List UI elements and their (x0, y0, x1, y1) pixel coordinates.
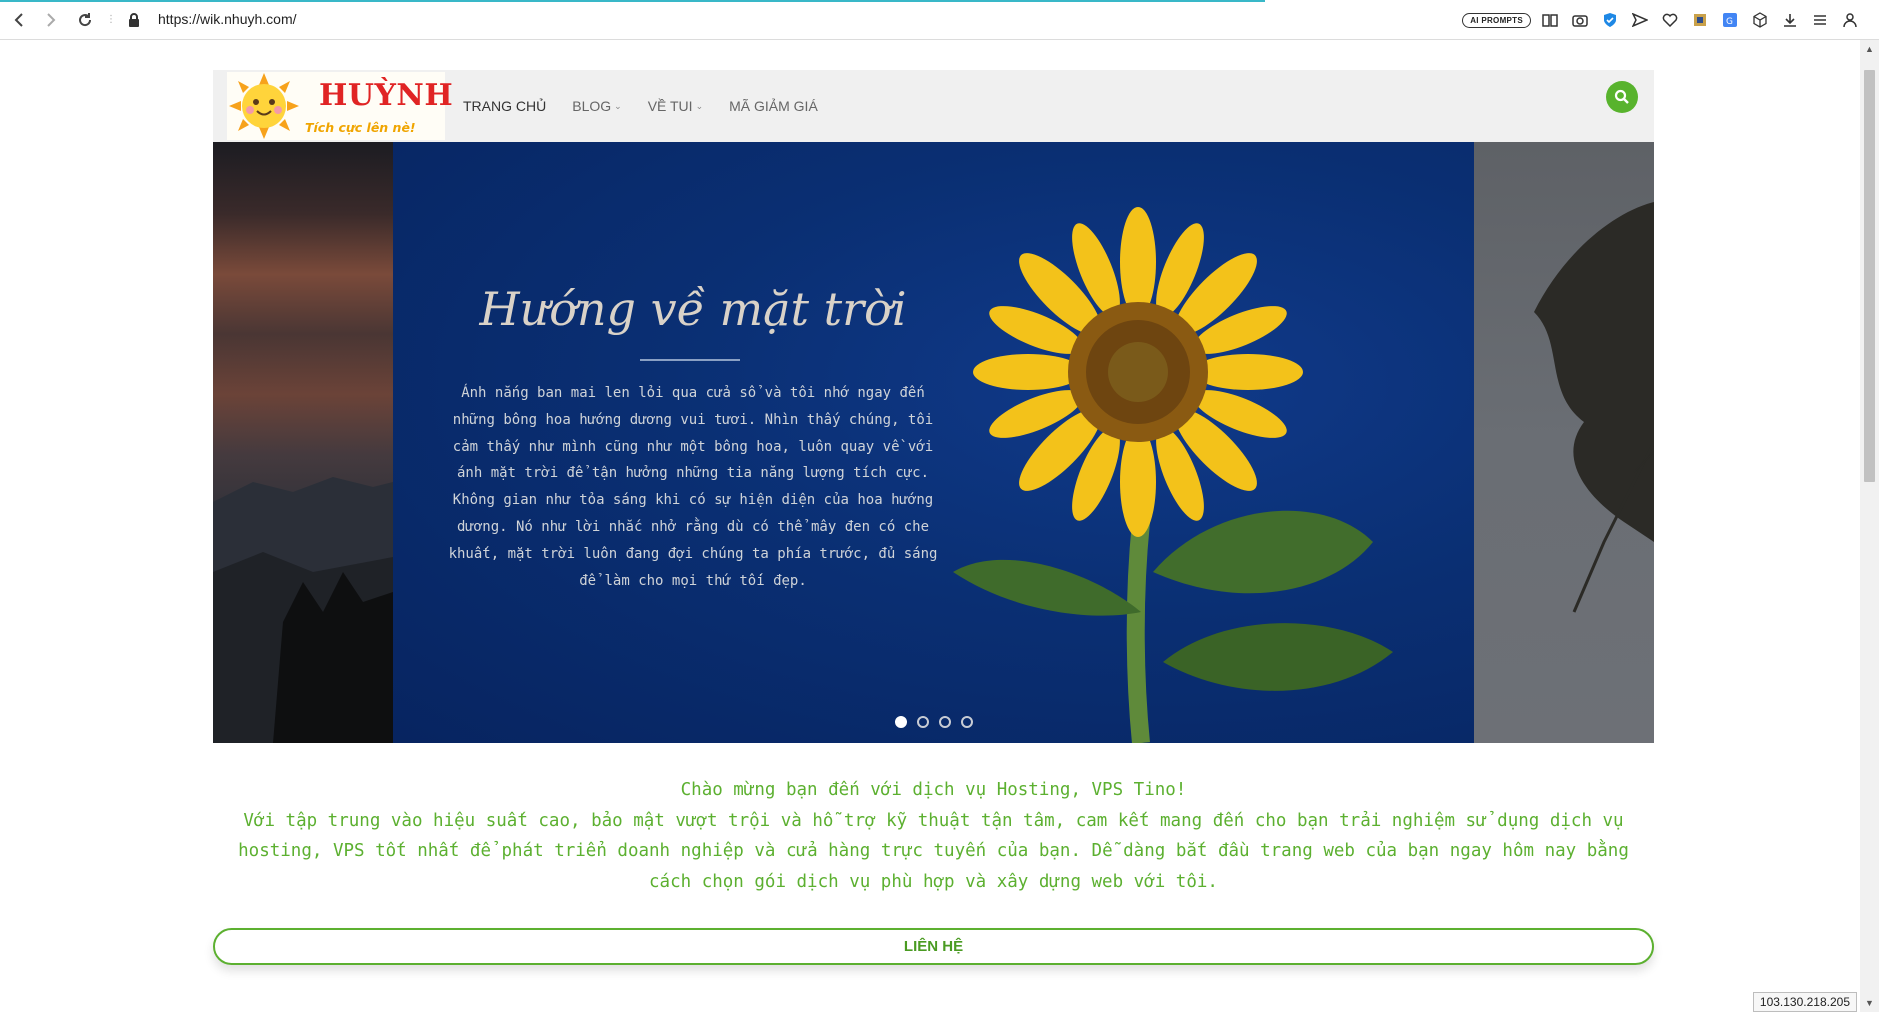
browser-toolbar: ⋮ https://wik.nhuyh.com/ AI PROMPTS G (0, 0, 1879, 40)
scroll-down-icon[interactable]: ▼ (1864, 998, 1875, 1008)
cube-icon[interactable] (1749, 9, 1771, 31)
reload-button[interactable] (74, 9, 96, 31)
next-slide-preview[interactable] (1474, 142, 1654, 743)
site-info-dots-icon[interactable]: ⋮ (106, 14, 116, 25)
slider-dot-4[interactable] (960, 716, 973, 728)
menu-item-ve-tui[interactable]: VỀ TUI ⌄ (648, 98, 703, 114)
menu-item-ma-giam-gia[interactable]: MÃ GIẢM GIÁ (729, 98, 818, 114)
forward-button[interactable] (40, 9, 62, 31)
ai-prompts-button[interactable]: AI PROMPTS (1462, 12, 1531, 28)
site-container: HUỲNH Tích cực lên nè! TRANG CHỦ BLOG ⌄ … (213, 70, 1654, 1012)
slider-dot-3[interactable] (938, 716, 951, 728)
site-logo[interactable]: HUỲNH Tích cực lên nè! (227, 72, 453, 140)
logo-tagline: Tích cực lên nè! (305, 120, 416, 135)
slide-description: Ánh nắng ban mai len lỏi qua cửa sổ và t… (448, 385, 938, 589)
shield-icon[interactable] (1599, 9, 1621, 31)
extension-avatar-icon[interactable] (1689, 9, 1711, 31)
menu-item-label: BLOG (572, 98, 612, 114)
chevron-down-icon: ⌄ (695, 100, 704, 111)
menu-item-label: MÃ GIẢM GIÁ (729, 98, 818, 114)
welcome-message: Chào mừng bạn đến với dịch vụ Hosting, V… (213, 775, 1654, 897)
ip-address-badge: 103.130.218.205 (1752, 992, 1857, 1012)
web-page: HUỲNH Tích cực lên nè! TRANG CHỦ BLOG ⌄ … (0, 40, 1860, 1012)
title-divider (640, 359, 740, 361)
logo-name: HUỲNH (319, 78, 454, 113)
screenshot-icon[interactable] (1569, 9, 1591, 31)
page-load-progress (0, 0, 1265, 2)
scrollbar-thumb[interactable] (1864, 70, 1875, 482)
svg-text:G: G (1726, 17, 1733, 27)
download-icon[interactable] (1779, 9, 1801, 31)
sun-mascot-icon (229, 73, 299, 139)
scroll-up-icon[interactable]: ▲ (1864, 44, 1875, 54)
lock-icon (129, 13, 139, 27)
menu-item-label: VỀ TUI (647, 98, 693, 114)
mountain-sunset-image (213, 477, 393, 743)
translate-icon[interactable]: G (1719, 9, 1741, 31)
menu-list-icon[interactable] (1809, 9, 1831, 31)
welcome-heading: Chào mừng bạn đến với dịch vụ Hosting, V… (680, 780, 1187, 800)
chevron-right-icon (47, 13, 56, 27)
tree-image (1534, 202, 1654, 613)
slider-pagination (213, 716, 1654, 728)
heart-icon[interactable] (1659, 9, 1681, 31)
back-button[interactable] (8, 9, 30, 31)
hero-slider[interactable]: Hướng về mặt trời Ánh nắng ban mai len l… (213, 142, 1654, 743)
chevron-down-icon: ⌄ (614, 100, 622, 111)
slider-dot-2[interactable] (916, 716, 929, 728)
menu-item-label: TRANG CHỦ (463, 98, 547, 114)
site-header: HUỲNH Tích cực lên nè! TRANG CHỦ BLOG ⌄ … (213, 70, 1654, 142)
extensions-area: AI PROMPTS G (1462, 9, 1861, 31)
menu-item-trang-chu[interactable]: TRANG CHỦ (463, 98, 546, 114)
slide-title: Hướng về mặt trời (479, 282, 907, 336)
reload-icon (79, 13, 92, 27)
reading-mode-icon[interactable] (1539, 9, 1561, 31)
slider-dot-1[interactable] (894, 716, 907, 728)
contact-button[interactable]: LIÊN HỆ (213, 928, 1654, 965)
menu-item-blog[interactable]: BLOG ⌄ (572, 98, 621, 114)
profile-icon[interactable] (1839, 9, 1861, 31)
send-icon[interactable] (1629, 9, 1651, 31)
previous-slide-preview[interactable] (213, 142, 393, 743)
page-scrollbar[interactable]: ▲ ▼ (1860, 40, 1879, 1012)
welcome-text: Với tập trung vào hiệu suất cao, bảo mật… (238, 810, 1629, 892)
active-slide: Hướng về mặt trời Ánh nắng ban mai len l… (393, 142, 1474, 743)
chevron-left-icon (14, 13, 23, 27)
search-icon (1614, 89, 1629, 104)
address-bar[interactable]: https://wik.nhuyh.com/ (158, 11, 297, 27)
main-menu: TRANG CHỦ BLOG ⌄ VỀ TUI ⌄ MÃ GIẢM GIÁ (463, 70, 818, 142)
search-button[interactable] (1606, 81, 1638, 113)
